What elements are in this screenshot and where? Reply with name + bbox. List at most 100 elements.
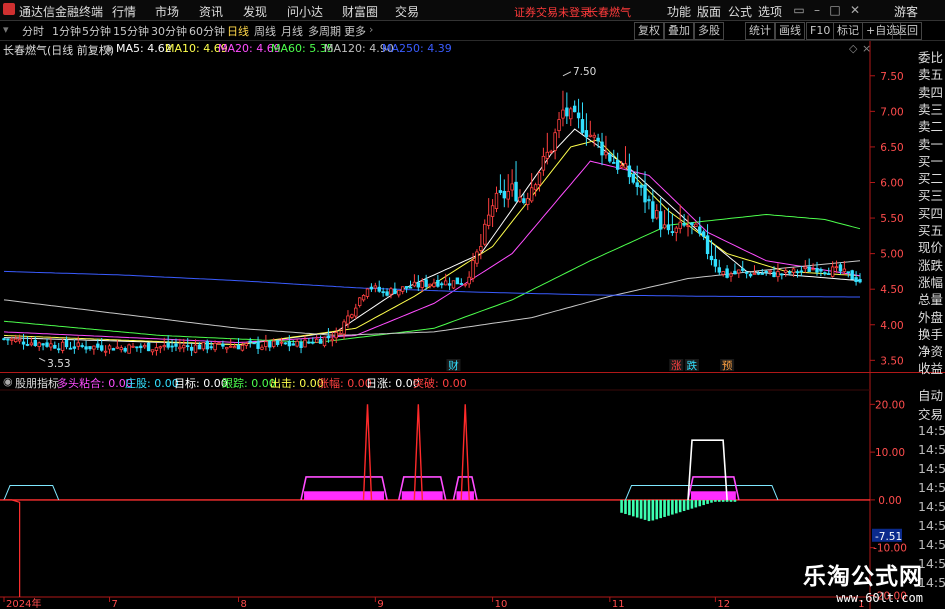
candle-body[interactable] bbox=[662, 224, 667, 229]
candle-body[interactable] bbox=[623, 163, 628, 169]
candle-body[interactable] bbox=[709, 255, 714, 261]
side-label[interactable]: 卖四 bbox=[918, 82, 945, 101]
candle-body[interactable] bbox=[424, 279, 428, 287]
candle-body[interactable] bbox=[459, 283, 464, 285]
side-label[interactable]: 买二 bbox=[918, 168, 945, 187]
candle-body[interactable] bbox=[619, 165, 624, 168]
candle-body[interactable] bbox=[412, 281, 417, 287]
side-label[interactable]: 收益 bbox=[918, 358, 945, 377]
candle-body[interactable] bbox=[463, 283, 467, 286]
candle-body[interactable] bbox=[60, 341, 65, 351]
candle-body[interactable] bbox=[588, 134, 593, 137]
candle-body[interactable] bbox=[260, 346, 264, 350]
candle-body[interactable] bbox=[68, 347, 73, 350]
candle-body[interactable] bbox=[729, 273, 733, 277]
candle-body[interactable] bbox=[784, 269, 788, 273]
candle-body[interactable] bbox=[338, 332, 342, 335]
candle-body[interactable] bbox=[6, 338, 10, 341]
candle-body[interactable] bbox=[596, 137, 600, 142]
candle-body[interactable] bbox=[533, 184, 538, 191]
candle-body[interactable] bbox=[96, 343, 100, 348]
candle-body[interactable] bbox=[314, 338, 319, 343]
candle-body[interactable] bbox=[455, 277, 460, 285]
candle-body[interactable] bbox=[291, 343, 295, 346]
candle-body[interactable] bbox=[229, 345, 233, 348]
candle-body[interactable] bbox=[400, 286, 405, 292]
candle-body[interactable] bbox=[369, 286, 374, 290]
candle-body[interactable] bbox=[326, 335, 331, 339]
candle-body[interactable] bbox=[287, 341, 292, 347]
candle-body[interactable] bbox=[131, 345, 135, 348]
candle-body[interactable] bbox=[647, 199, 651, 202]
candle-body[interactable] bbox=[275, 340, 280, 345]
candle-body[interactable] bbox=[57, 348, 61, 351]
candle-body[interactable] bbox=[166, 342, 170, 348]
candle-body[interactable] bbox=[686, 224, 690, 227]
candle-body[interactable] bbox=[2, 338, 6, 341]
candle-body[interactable] bbox=[807, 266, 811, 272]
candle-body[interactable] bbox=[780, 273, 784, 276]
candle-body[interactable] bbox=[615, 159, 620, 170]
candle-body[interactable] bbox=[834, 266, 839, 269]
candle-body[interactable] bbox=[682, 223, 686, 226]
candle-body[interactable] bbox=[49, 343, 53, 348]
candle-body[interactable] bbox=[350, 314, 354, 318]
candle-body[interactable] bbox=[146, 342, 151, 352]
candle-body[interactable] bbox=[737, 269, 741, 274]
candle-body[interactable] bbox=[830, 266, 835, 277]
kline-chart[interactable]: 7.50 7.00 6.50 6.00 5.50 5.00 4.50 4.00 3.50 7.50… bbox=[0, 0, 945, 609]
side-label[interactable]: 委比 bbox=[918, 47, 945, 66]
candle-body[interactable] bbox=[651, 201, 655, 219]
candle-body[interactable] bbox=[768, 270, 772, 273]
candle-body[interactable] bbox=[705, 235, 710, 255]
candle-body[interactable] bbox=[494, 192, 499, 209]
candle-body[interactable] bbox=[193, 344, 198, 353]
side-trade-row[interactable]: 交易 bbox=[918, 404, 945, 423]
candle-body[interactable] bbox=[690, 222, 694, 226]
candle-body[interactable] bbox=[342, 321, 346, 335]
candle-body[interactable] bbox=[506, 190, 510, 200]
candle-body[interactable] bbox=[236, 344, 241, 350]
candle-body[interactable] bbox=[158, 346, 163, 349]
candle-body[interactable] bbox=[604, 151, 608, 156]
candle-body[interactable] bbox=[217, 342, 221, 345]
candle-body[interactable] bbox=[744, 271, 749, 274]
candle-body[interactable] bbox=[608, 153, 612, 162]
candle-body[interactable] bbox=[283, 342, 288, 345]
candle-body[interactable] bbox=[698, 226, 702, 234]
candle-body[interactable] bbox=[756, 272, 761, 275]
candle-body[interactable] bbox=[486, 214, 491, 226]
candle-body[interactable] bbox=[311, 341, 315, 344]
candle-body[interactable] bbox=[795, 271, 800, 274]
candle-body[interactable] bbox=[752, 273, 757, 275]
candle-body[interactable] bbox=[365, 288, 370, 297]
candle-body[interactable] bbox=[803, 266, 807, 270]
candle-body[interactable] bbox=[268, 340, 272, 348]
candle-body[interactable] bbox=[432, 282, 436, 287]
candle-body[interactable] bbox=[850, 270, 854, 280]
candle-body[interactable] bbox=[580, 119, 585, 133]
candle-body[interactable] bbox=[389, 288, 393, 295]
side-label[interactable]: 买一 bbox=[918, 151, 945, 170]
candle-body[interactable] bbox=[420, 281, 424, 288]
side-trade-row[interactable]: 14:56 bbox=[918, 423, 945, 438]
candle-body[interactable] bbox=[41, 343, 45, 346]
candle-body[interactable] bbox=[103, 350, 108, 353]
side-label[interactable]: 外盘 bbox=[918, 307, 945, 326]
candle-body[interactable] bbox=[627, 165, 632, 178]
candle-body[interactable] bbox=[428, 283, 432, 287]
candle-body[interactable] bbox=[475, 251, 479, 264]
candle-body[interactable] bbox=[655, 210, 659, 219]
candle-body[interactable] bbox=[123, 347, 127, 352]
candle-body[interactable] bbox=[612, 162, 616, 164]
candle-body[interactable] bbox=[760, 272, 764, 275]
candle-body[interactable] bbox=[569, 108, 573, 120]
side-label[interactable]: 涨跌 bbox=[918, 255, 945, 274]
candle-body[interactable] bbox=[322, 336, 327, 347]
candle-body[interactable] bbox=[553, 132, 557, 151]
candle-body[interactable] bbox=[447, 283, 452, 286]
candle-body[interactable] bbox=[178, 346, 182, 350]
candle-body[interactable] bbox=[186, 345, 190, 348]
side-label[interactable]: 卖二 bbox=[918, 116, 945, 135]
candle-body[interactable] bbox=[373, 285, 378, 289]
